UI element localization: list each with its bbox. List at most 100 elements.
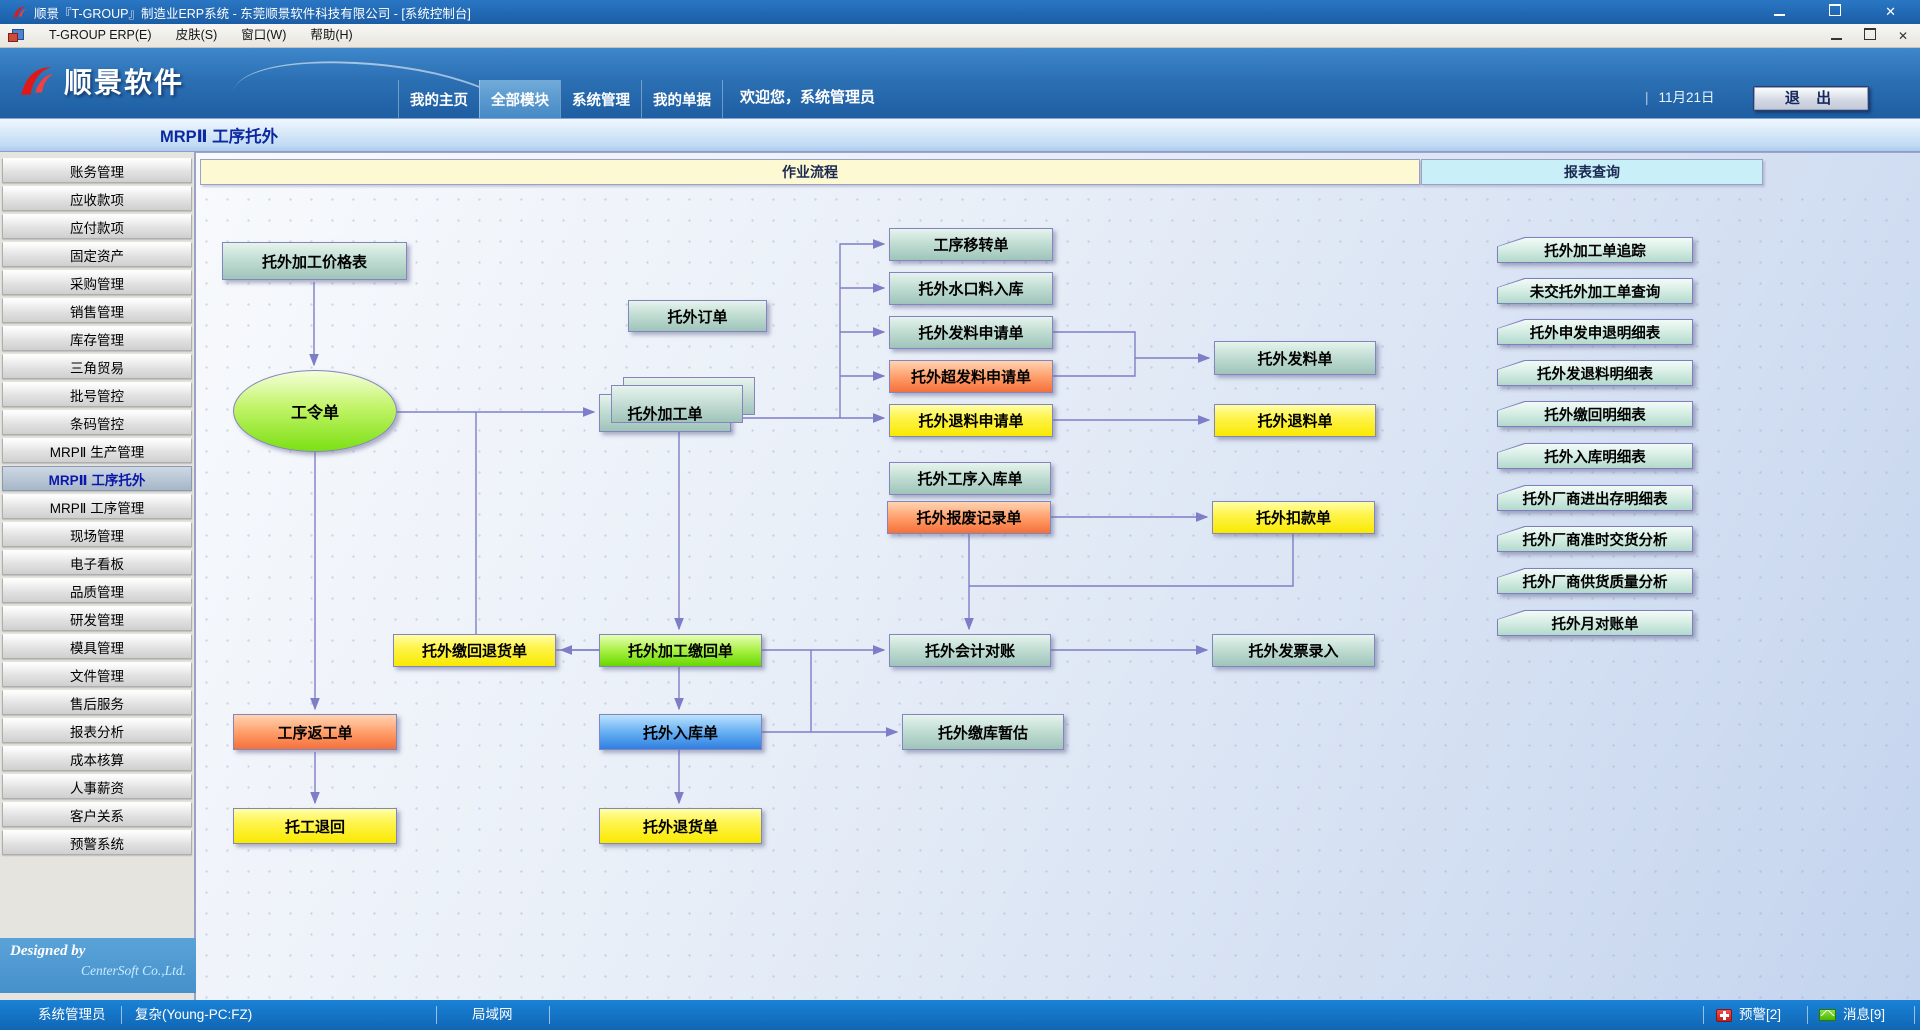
brand-swoosh-icon	[12, 58, 58, 104]
main-nav-tabs: 我的主页 全部模块 系统管理 我的单据	[398, 80, 723, 118]
page-title-bar: MRPⅡ 工序托外	[0, 118, 1920, 152]
flow-node[interactable]: 托外订单	[628, 300, 767, 332]
flow-node-label: 托外会计对账	[925, 640, 1015, 661]
report-button-label: 托外发退料明细表	[1498, 361, 1692, 385]
sidebar-item[interactable]: 文件管理	[2, 662, 192, 687]
sidebar-item[interactable]: MRPⅡ 生产管理	[2, 438, 192, 463]
sidebar-item[interactable]: 报表分析	[2, 718, 192, 743]
exit-button[interactable]: 退 出	[1753, 86, 1869, 111]
flow-node[interactable]: 托外退料单	[1214, 404, 1376, 437]
mdi-restore-button[interactable]	[1864, 28, 1876, 43]
status-network: 局域网	[472, 1000, 513, 1030]
minimize-button[interactable]	[1774, 0, 1785, 24]
flow-node[interactable]: 托外发料申请单	[889, 316, 1053, 349]
sidebar-item[interactable]: 模具管理	[2, 634, 192, 659]
report-button-label: 未交托外加工单查询	[1498, 279, 1692, 303]
sidebar-item[interactable]: 应付款项	[2, 214, 192, 239]
flow-node[interactable]: 托外退料申请单	[889, 404, 1053, 437]
sidebar-item[interactable]: 批号管控	[2, 382, 192, 407]
sidebar-item[interactable]: 人事薪资	[2, 774, 192, 799]
report-button[interactable]: 未交托外加工单查询	[1497, 278, 1693, 304]
report-button[interactable]: 托外厂商供货质量分析	[1497, 568, 1693, 594]
flow-node[interactable]: 托外超发料申请单	[889, 360, 1053, 393]
nav-tab[interactable]: 我的主页	[398, 80, 479, 118]
sidebar-item[interactable]: 条码管控	[2, 410, 192, 435]
sidebar-item[interactable]: 研发管理	[2, 606, 192, 631]
mdi-minimize-button[interactable]	[1831, 29, 1842, 43]
window-title: 顺景『T-GROUP』制造业ERP系统 - 东莞顺景软件科技有限公司 - [系统…	[34, 3, 1774, 22]
sidebar-item[interactable]: 预警系统	[2, 830, 192, 855]
sidebar-item[interactable]: 电子看板	[2, 550, 192, 575]
flow-node[interactable]: 托外工序入库单	[889, 462, 1051, 495]
report-button-label: 托外月对账单	[1498, 611, 1692, 635]
report-button[interactable]: 托外厂商进出存明细表	[1497, 485, 1693, 511]
flow-node-label: 托外退料申请单	[918, 410, 1023, 431]
flow-node-label: 托外订单	[667, 306, 727, 327]
flow-node[interactable]: 托外报废记录单	[887, 501, 1051, 534]
flow-node[interactable]: 工序移转单	[889, 228, 1053, 261]
report-button[interactable]: 托外发退料明细表	[1497, 360, 1693, 386]
sidebar-item[interactable]: 现场管理	[2, 522, 192, 547]
sidebar-item[interactable]: 客户关系	[2, 802, 192, 827]
header-date: |11月21日	[1645, 86, 1715, 106]
title-bar: 顺景『T-GROUP』制造业ERP系统 - 东莞顺景软件科技有限公司 - [系统…	[0, 0, 1920, 24]
flow-node[interactable]: 托外发料单	[1214, 341, 1376, 375]
status-bar: 系统管理员 复杂(Young-PC:FZ) 局域网 预警[2] 消息[9]	[0, 1000, 1920, 1030]
report-button-label: 托外加工单追踪	[1498, 238, 1692, 262]
report-button[interactable]: 托外厂商准时交货分析	[1497, 526, 1693, 552]
sidebar-item[interactable]: 应收款项	[2, 186, 192, 211]
app-window-icon	[8, 29, 23, 42]
maximize-button[interactable]	[1829, 0, 1841, 24]
flow-node[interactable]: 托工退回	[233, 808, 397, 844]
report-button[interactable]: 托外缴回明细表	[1497, 401, 1693, 427]
flow-node-label: 工序返工单	[277, 722, 352, 743]
sidebar-item[interactable]: MRPⅡ 工序管理	[2, 494, 192, 519]
flow-node[interactable]: 工序返工单	[233, 714, 397, 750]
tab-report-query[interactable]: 报表查询	[1421, 159, 1763, 185]
flow-node[interactable]: 托外水口料入库	[889, 272, 1053, 305]
nav-tab[interactable]: 系统管理	[560, 80, 641, 118]
flow-node[interactable]: 托外缴库暂估	[902, 714, 1064, 750]
report-button-label: 托外厂商准时交货分析	[1498, 527, 1692, 551]
menu-item[interactable]: 皮肤(S)	[164, 24, 230, 47]
sidebar-item[interactable]: 三角贸易	[2, 354, 192, 379]
flow-node-label: 托外水口料入库	[918, 278, 1023, 299]
flow-node-label: 托外扣款单	[1256, 507, 1331, 528]
report-button[interactable]: 托外加工单追踪	[1497, 237, 1693, 263]
menu-item[interactable]: 帮助(H)	[298, 24, 364, 47]
page-title: MRPⅡ 工序托外	[160, 123, 278, 147]
sidebar-item[interactable]: 销售管理	[2, 298, 192, 323]
flow-node[interactable]: 托外退货单	[599, 808, 762, 844]
flow-node[interactable]: 托外加工价格表	[222, 242, 407, 280]
flow-node[interactable]: 托外缴回退货单	[393, 634, 556, 667]
sidebar-item[interactable]: 采购管理	[2, 270, 192, 295]
alert-icon	[1716, 1009, 1732, 1022]
flow-node[interactable]: 托外扣款单	[1212, 501, 1375, 534]
flow-node[interactable]: 托外加工单	[599, 394, 731, 432]
report-button[interactable]: 托外月对账单	[1497, 610, 1693, 636]
report-button[interactable]: 托外申发申退明细表	[1497, 319, 1693, 345]
sidebar-item[interactable]: 库存管理	[2, 326, 192, 351]
status-messages[interactable]: 消息[9]	[1843, 1000, 1885, 1030]
status-alerts[interactable]: 预警[2]	[1739, 1000, 1781, 1030]
sidebar-item[interactable]: 售后服务	[2, 690, 192, 715]
flow-node[interactable]: 托外会计对账	[889, 634, 1051, 667]
nav-tab[interactable]: 我的单据	[641, 80, 723, 118]
flow-node[interactable]: 托外发票录入	[1212, 634, 1375, 667]
close-button[interactable]: ✕	[1885, 0, 1896, 24]
flow-node[interactable]: 托外加工缴回单	[599, 634, 762, 667]
sidebar-item[interactable]: 成本核算	[2, 746, 192, 771]
sidebar-item[interactable]: 品质管理	[2, 578, 192, 603]
flow-node[interactable]: 工令单	[233, 370, 397, 452]
sidebar-item[interactable]: 账务管理	[2, 158, 192, 183]
menu-item[interactable]: 窗口(W)	[229, 24, 298, 47]
sidebar-item[interactable]: 固定资产	[2, 242, 192, 267]
sidebar-item[interactable]: MRPⅡ 工序托外	[2, 466, 192, 491]
flow-node[interactable]: 托外入库单	[599, 714, 762, 750]
tab-work-flow[interactable]: 作业流程	[200, 159, 1420, 185]
mdi-close-button[interactable]: ✕	[1898, 29, 1908, 43]
report-button[interactable]: 托外入库明细表	[1497, 443, 1693, 469]
module-sidebar: 账务管理 应收款项 应付款项 固定资产 采购管理 销售管理 库存管理 三角贸易 …	[0, 152, 196, 1000]
nav-tab[interactable]: 全部模块	[479, 80, 560, 118]
menu-item[interactable]: T-GROUP ERP(E)	[37, 24, 164, 47]
